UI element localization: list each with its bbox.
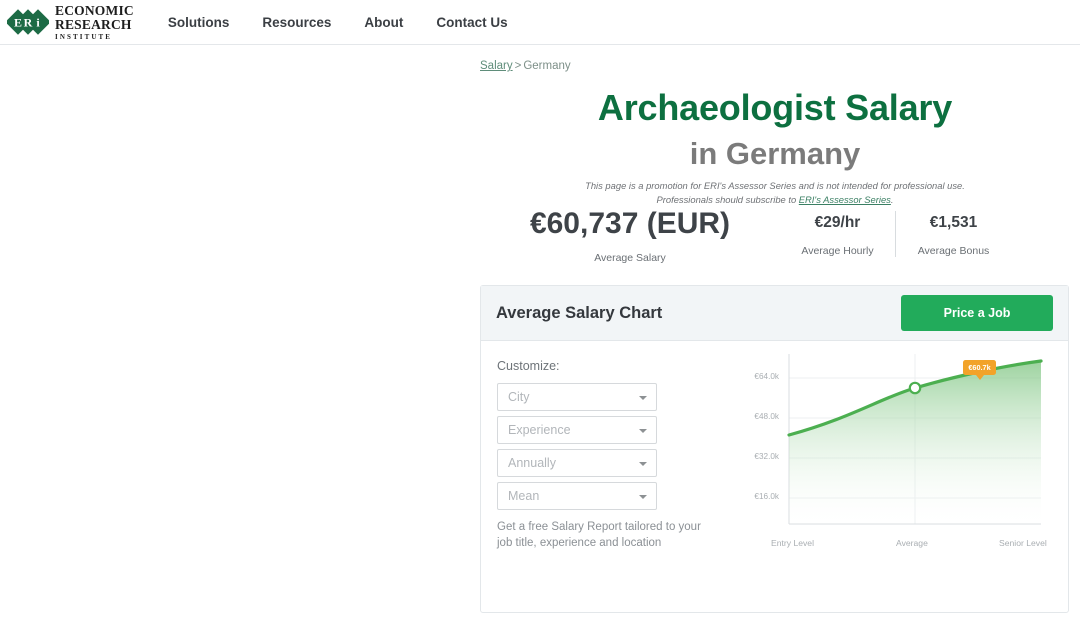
breadcrumb-separator: > [515,60,522,72]
salary-area-chart: €64.0k €48.0k €32.0k €16.0k Entry Level … [741,346,1053,596]
disclaimer-prefix: Professionals should subscribe to [657,194,799,205]
card-body: Customize: City Experience Annually Mean [481,341,1068,613]
nav-item-about[interactable]: About [364,15,403,30]
nav-item-solutions[interactable]: Solutions [168,15,230,30]
y-axis-tick-16k: €16.0k [739,492,779,501]
logo-wordmark: ECONOMIC RESEARCH INSTITUTE [55,4,134,41]
primary-nav-links: Solutions Resources About Contact Us [168,15,541,30]
svg-text:E: E [14,16,22,30]
chart-svg [741,346,1053,536]
average-bonus-value: €1,531 [896,213,1011,232]
breadcrumb: Salary>Germany [480,60,571,72]
logo-line-3: INSTITUTE [55,34,134,41]
svg-text:R: R [24,16,33,30]
chevron-down-icon [639,396,647,400]
top-navigation-bar: E R i ECONOMIC RESEARCH INSTITUTE Soluti… [0,0,1080,45]
average-hourly-value: €29/hr [780,213,895,232]
y-axis-tick-32k: €32.0k [739,452,779,461]
select-experience[interactable]: Experience [497,416,657,444]
chevron-down-icon [639,495,647,499]
select-city-value: City [498,390,530,404]
chevron-down-icon [639,462,647,466]
nav-item-resources[interactable]: Resources [262,15,331,30]
select-city[interactable]: City [497,383,657,411]
salary-summary-stats: €60,737 (EUR) Average Salary €29/hr Aver… [480,205,1070,265]
chart-average-marker[interactable] [910,383,920,393]
y-axis-tick-64k: €64.0k [739,372,779,381]
nav-item-contact-us[interactable]: Contact Us [436,15,507,30]
stat-average-hourly: €29/hr Average Hourly [780,205,895,257]
disclaimer-suffix: . [891,194,894,205]
price-a-job-button[interactable]: Price a Job [901,295,1053,331]
card-title: Average Salary Chart [496,304,662,323]
average-salary-chart-card: Average Salary Chart Price a Job Customi… [480,285,1069,613]
select-period[interactable]: Annually [497,449,657,477]
select-statistic[interactable]: Mean [497,482,657,510]
salary-report-helper-text: Get a free Salary Report tailored to you… [497,519,709,551]
promotion-disclaimer: This page is a promotion for ERI's Asses… [480,179,1070,207]
chevron-down-icon [639,429,647,433]
chart-value-tooltip: €60.7k [963,360,996,375]
page-title-primary: Archaeologist Salary [480,87,1070,129]
stat-average-bonus: €1,531 Average Bonus [896,205,1011,257]
card-header: Average Salary Chart Price a Job [481,286,1068,341]
breadcrumb-link-salary[interactable]: Salary [480,60,513,72]
logo-line-1: ECONOMIC [55,4,134,18]
select-period-value: Annually [498,456,556,470]
customize-controls: Customize: City Experience Annually Mean [497,359,672,551]
customize-label: Customize: [497,359,672,373]
x-axis-label-senior-level: Senior Level [999,538,1047,548]
assessor-series-link[interactable]: ERI's Assessor Series [799,194,891,205]
y-axis-tick-48k: €48.0k [739,412,779,421]
disclaimer-line-1: This page is a promotion for ERI's Asses… [480,179,1070,193]
average-bonus-label: Average Bonus [896,245,1011,257]
eri-diamond-logo-icon: E R i [7,6,49,38]
stat-average-salary: €60,737 (EUR) Average Salary [480,205,780,264]
logo-line-2: RESEARCH [55,18,134,32]
average-hourly-label: Average Hourly [780,245,895,257]
page-title-location: in Germany [480,136,1070,172]
x-axis-label-average: Average [896,538,928,548]
site-logo[interactable]: E R i ECONOMIC RESEARCH INSTITUTE [7,4,134,41]
breadcrumb-current-germany: Germany [523,60,570,72]
select-experience-value: Experience [498,423,571,437]
select-statistic-value: Mean [498,489,539,503]
x-axis-label-entry-level: Entry Level [771,538,814,548]
average-salary-label: Average Salary [480,252,780,264]
average-salary-value: €60,737 (EUR) [480,205,780,243]
